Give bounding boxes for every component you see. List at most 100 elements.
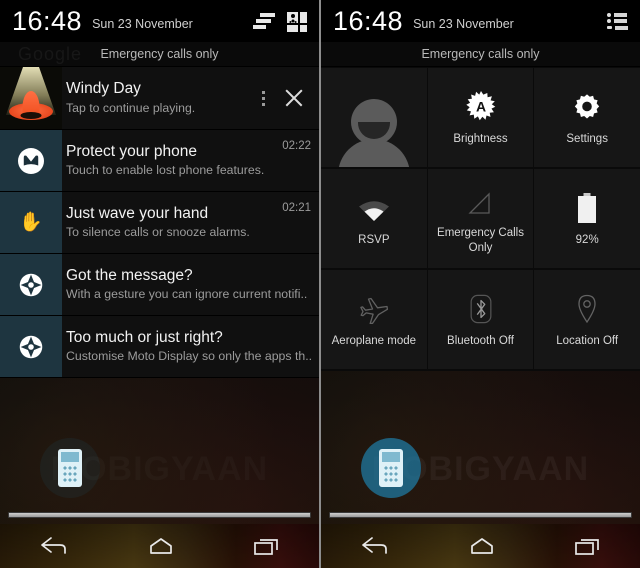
dual-screenshot-container: 16:48 Sun 23 November Google Emergency c… bbox=[0, 0, 640, 568]
status-bar: 16:48 Sun 23 November bbox=[0, 0, 319, 42]
status-clock: 16:48 bbox=[12, 5, 83, 36]
status-bar-icons bbox=[253, 11, 307, 32]
tile-battery[interactable]: 92% bbox=[534, 169, 640, 268]
status-bar-icons bbox=[607, 12, 628, 30]
notification-icon-cell bbox=[0, 316, 62, 377]
notification-row[interactable]: Got the message? With a gesture you can … bbox=[0, 254, 319, 316]
notification-texts: Windy Day Tap to continue playing. bbox=[66, 79, 253, 116]
location-pin-icon bbox=[578, 295, 596, 324]
battery-icon bbox=[578, 193, 597, 224]
carrier-text: Emergency calls only bbox=[100, 47, 219, 61]
hand-wave-icon: ✋ bbox=[19, 212, 43, 233]
aeroplane-icon bbox=[360, 298, 388, 325]
vlc-cone-album-art bbox=[0, 67, 62, 129]
notification-texts: Protect your phone Touch to enable lost … bbox=[66, 142, 274, 179]
notification-body: Windy Day Tap to continue playing. bbox=[62, 67, 319, 129]
moto-display-burst-icon bbox=[19, 273, 43, 296]
notification-row[interactable]: ✋ Just wave your hand To silence calls o… bbox=[0, 192, 319, 254]
user-grid-icon[interactable] bbox=[287, 11, 307, 32]
tile-location[interactable]: Location Off bbox=[534, 270, 640, 369]
tile-label: Bluetooth Off bbox=[447, 335, 514, 348]
user-avatar-icon bbox=[337, 97, 410, 167]
carrier-label-bar: Emergency calls only bbox=[321, 42, 640, 67]
cell-signal-icon bbox=[467, 192, 490, 214]
navigation-bar bbox=[0, 524, 319, 568]
notification-icon-cell: ✋ bbox=[0, 192, 62, 253]
quick-settings-row: RSVP Emergency Calls Only 92% bbox=[321, 169, 640, 270]
home-icon[interactable] bbox=[146, 536, 176, 556]
notification-subtitle: Touch to enable lost phone features. bbox=[66, 163, 265, 178]
quick-settings-screen: 16:48 Sun 23 November Emergency calls on… bbox=[321, 0, 640, 568]
background-google-widget: Google bbox=[18, 44, 83, 64]
navigation-bar bbox=[321, 524, 640, 568]
notification-list: Windy Day Tap to continue playing. Prote… bbox=[0, 67, 319, 378]
recents-icon[interactable] bbox=[253, 535, 281, 557]
notification-title: Protect your phone bbox=[66, 142, 197, 160]
notification-shade-screen: 16:48 Sun 23 November Google Emergency c… bbox=[0, 0, 319, 568]
svg-text:A: A bbox=[475, 99, 485, 115]
status-date: Sun 23 November bbox=[413, 17, 514, 31]
notification-title: Windy Day bbox=[66, 80, 141, 98]
status-clock: 16:48 bbox=[333, 5, 404, 36]
tile-label: Location Off bbox=[556, 335, 619, 348]
tile-settings[interactable]: Settings bbox=[534, 68, 640, 167]
recents-icon[interactable] bbox=[574, 535, 602, 557]
quick-settings-row: A Brightness Settings bbox=[321, 68, 640, 169]
shade-drag-handle[interactable] bbox=[329, 512, 632, 518]
close-icon[interactable] bbox=[277, 81, 311, 115]
notification-body: Got the message? With a gesture you can … bbox=[62, 254, 319, 315]
notification-body: Too much or just right? Customise Moto D… bbox=[62, 316, 319, 377]
notification-icon-cell bbox=[0, 130, 62, 191]
notification-texts: Too much or just right? Customise Moto D… bbox=[66, 328, 311, 365]
notification-texts: Got the message? With a gesture you can … bbox=[66, 266, 311, 303]
brightness-auto-icon: A bbox=[465, 91, 495, 121]
carrier-text: Emergency calls only bbox=[421, 47, 540, 61]
tile-bluetooth[interactable]: Bluetooth Off bbox=[427, 270, 534, 369]
status-date: Sun 23 November bbox=[92, 17, 193, 31]
notification-subtitle: With a gesture you can ignore current no… bbox=[66, 287, 308, 302]
quick-settings-grid: A Brightness Settings RSVP Emergency Cal… bbox=[321, 67, 640, 371]
motorola-logo-icon bbox=[18, 147, 44, 174]
carrier-label-bar: Google Emergency calls only bbox=[0, 42, 319, 67]
notification-subtitle: Tap to continue playing. bbox=[66, 100, 196, 115]
moto-display-burst-icon bbox=[19, 335, 43, 358]
settings-gear-icon bbox=[574, 94, 600, 119]
notification-row[interactable]: Too much or just right? Customise Moto D… bbox=[0, 316, 319, 378]
back-icon[interactable] bbox=[360, 536, 390, 556]
home-icon[interactable] bbox=[467, 536, 497, 556]
tile-cell-signal[interactable]: Emergency Calls Only bbox=[427, 169, 534, 268]
notification-title: Got the message? bbox=[66, 266, 193, 284]
tile-user-avatar[interactable] bbox=[321, 68, 427, 167]
notification-row-media[interactable]: Windy Day Tap to continue playing. bbox=[0, 67, 319, 130]
notification-title: Just wave your hand bbox=[66, 204, 209, 222]
back-icon[interactable] bbox=[39, 536, 69, 556]
tile-aeroplane-mode[interactable]: Aeroplane mode bbox=[321, 270, 427, 369]
status-bar: 16:48 Sun 23 November bbox=[321, 0, 640, 42]
shade-drag-handle[interactable] bbox=[8, 512, 311, 518]
overflow-menu-icon[interactable] bbox=[253, 86, 273, 110]
notification-body: Just wave your hand To silence calls or … bbox=[62, 192, 319, 253]
tile-label: RSVP bbox=[358, 234, 390, 247]
tile-brightness[interactable]: A Brightness bbox=[427, 68, 534, 167]
signal-bars-icon bbox=[253, 12, 275, 30]
tile-label: 92% bbox=[575, 234, 599, 247]
notification-icon-cell bbox=[0, 67, 62, 129]
notification-time: 02:21 bbox=[282, 202, 311, 214]
notification-list-icon[interactable] bbox=[607, 12, 628, 30]
tile-label: Aeroplane mode bbox=[331, 335, 417, 348]
notification-subtitle: Customise Moto Display so only the apps … bbox=[66, 349, 311, 364]
notification-time: 02:22 bbox=[282, 140, 311, 152]
notification-row[interactable]: Protect your phone Touch to enable lost … bbox=[0, 130, 319, 192]
notification-subtitle: To silence calls or snooze alarms. bbox=[66, 225, 250, 240]
notification-title: Too much or just right? bbox=[66, 328, 223, 346]
notification-body: Protect your phone Touch to enable lost … bbox=[62, 130, 319, 191]
tile-label: Brightness bbox=[453, 133, 508, 146]
tile-label: Settings bbox=[566, 133, 608, 146]
notification-icon-cell bbox=[0, 254, 62, 315]
notification-texts: Just wave your hand To silence calls or … bbox=[66, 204, 274, 241]
tile-wifi[interactable]: RSVP bbox=[321, 169, 427, 268]
bluetooth-icon bbox=[470, 295, 491, 324]
quick-settings-row: Aeroplane mode Bluetooth Off Location Of… bbox=[321, 270, 640, 371]
tile-label: Emergency Calls Only bbox=[437, 227, 524, 254]
wifi-icon bbox=[358, 201, 389, 222]
